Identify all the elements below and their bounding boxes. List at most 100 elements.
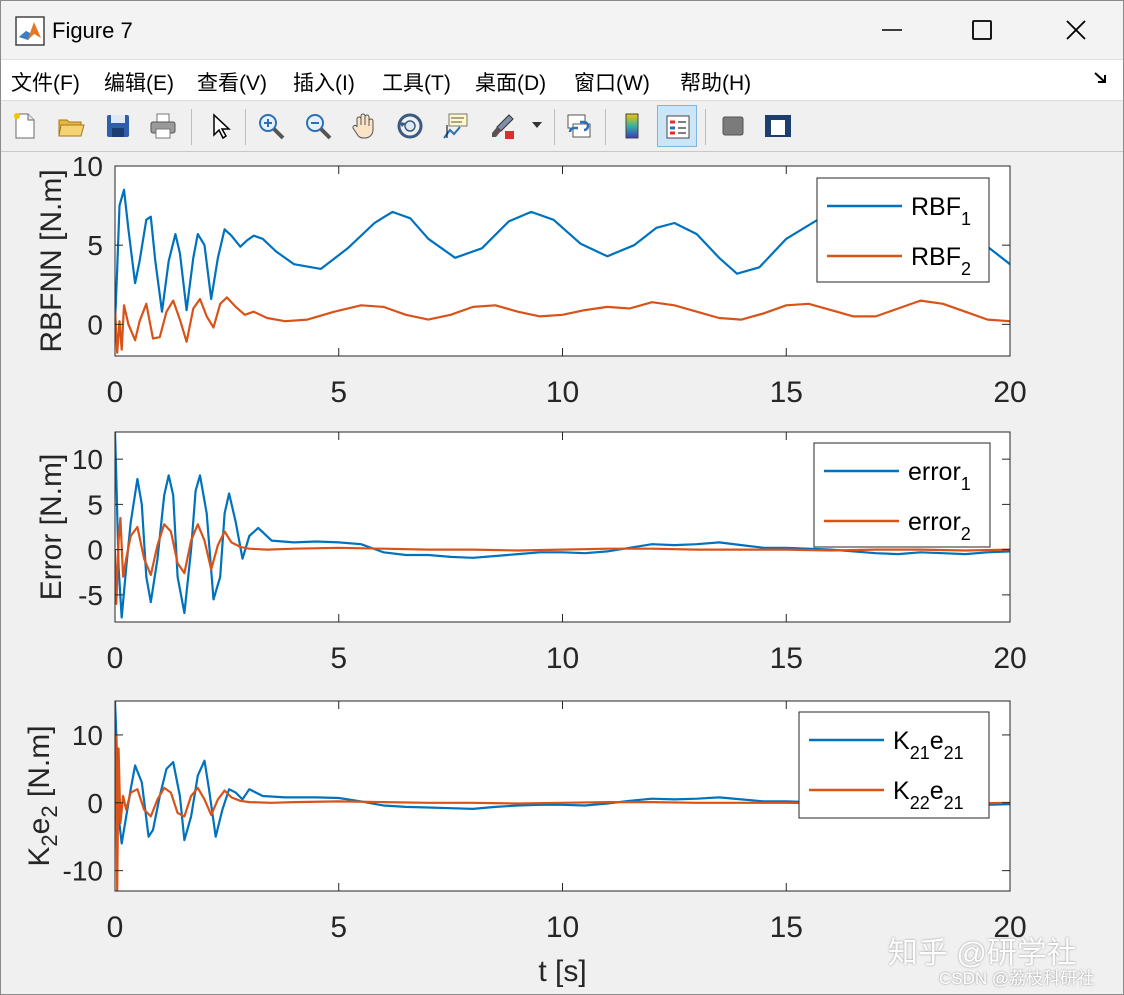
- legend: RBF1RBF2: [816, 177, 990, 283]
- show-plot-tools-icon: [765, 115, 791, 137]
- toolbar-separator: [245, 109, 246, 145]
- new-figure-button[interactable]: [5, 105, 45, 147]
- legend-text: RBF: [911, 243, 961, 271]
- x-tick-label: 5: [330, 642, 347, 675]
- zoom-out-icon: [306, 114, 332, 140]
- legend-subscript: 21: [944, 793, 964, 813]
- window-title: Figure 7: [52, 18, 133, 43]
- dock-arrow-icon[interactable]: [1093, 70, 1109, 86]
- axes-3: 0 5 10 15 20-10010K2e2 [N.m]t [s]K21e21K22e2…: [23, 700, 1027, 988]
- close-icon: [1066, 20, 1086, 40]
- legend-subscript: 22: [910, 793, 930, 813]
- brush-button[interactable]: [483, 105, 523, 147]
- y-axis-label: RBFNN [N.m]: [35, 169, 68, 352]
- pan-button[interactable]: [344, 105, 384, 147]
- y-label-part: e: [23, 818, 56, 835]
- menu-edit[interactable]: 编辑(E): [104, 67, 174, 97]
- brush-dropdown[interactable]: [525, 105, 549, 147]
- legend: error1error2: [813, 442, 991, 548]
- y-tick-label: 5: [87, 489, 103, 520]
- menu-view[interactable]: 查看(V): [197, 67, 267, 97]
- legend: K21e21K22e21: [798, 711, 990, 819]
- title-bar[interactable]: Figure 7: [1, 1, 1123, 60]
- y-tick-label: 10: [72, 152, 103, 182]
- x-tick-label: 10: [546, 911, 579, 944]
- minimize-icon: [882, 29, 902, 31]
- rotate-3d-icon: [397, 113, 423, 139]
- y-axis-label: K2e2 [N.m]: [23, 725, 62, 866]
- legend-text: e: [930, 727, 944, 755]
- legend-text: error: [908, 458, 961, 486]
- x-tick-label: 15: [770, 911, 803, 944]
- show-plot-tools-button[interactable]: [758, 105, 798, 147]
- y-tick-label: -5: [78, 580, 103, 611]
- legend-icon: [666, 115, 690, 139]
- rotate-3d-button[interactable]: [390, 105, 430, 147]
- toolbar-separator: [191, 109, 192, 145]
- menu-insert[interactable]: 插入(I): [293, 67, 355, 97]
- print-icon: [150, 113, 176, 139]
- legend-subscript: 21: [944, 743, 964, 763]
- menu-bar: 文件(F) 编辑(E) 查看(V) 插入(I) 工具(T) 桌面(D) 窗口(W…: [1, 60, 1123, 101]
- hide-plot-tools-icon: [722, 116, 744, 136]
- x-tick-label: 15: [770, 642, 803, 675]
- menu-desktop[interactable]: 桌面(D): [475, 67, 546, 97]
- x-tick-label: 5: [330, 911, 347, 944]
- save-button[interactable]: [98, 105, 138, 147]
- colorbar-button[interactable]: [612, 105, 652, 147]
- x-tick-label: 10: [546, 376, 579, 409]
- y-label-part: K: [23, 847, 56, 867]
- figure-toolbar: [1, 101, 1123, 152]
- csdn-watermark: CSDN @荔枝科研社: [939, 969, 1095, 988]
- maximize-icon: [972, 20, 992, 40]
- y-tick-label: -10: [63, 856, 103, 887]
- legend-subscript: 1: [961, 474, 971, 494]
- menu-help[interactable]: 帮助(H): [680, 67, 751, 97]
- axes-1: 0 5 10 15 200510RBFNN [N.m] RBF1RBF2: [35, 152, 1027, 409]
- x-tick-label: 20: [993, 376, 1026, 409]
- menu-file[interactable]: 文件(F): [11, 67, 80, 97]
- save-icon: [107, 115, 129, 137]
- toolbar-separator: [705, 109, 706, 145]
- zoom-out-button[interactable]: [298, 105, 338, 147]
- y-label-part: [N.m]: [23, 725, 56, 805]
- figure-canvas: 0 5 10 15 20 0 5 10 RBFNN [N.m] RBF1 RBF2 0 5 10 15 20-…: [1, 152, 1123, 994]
- data-cursor-button[interactable]: [436, 105, 476, 147]
- x-tick-label: 0: [107, 911, 124, 944]
- pointer-icon: [213, 113, 231, 140]
- menu-tools[interactable]: 工具(T): [382, 67, 451, 97]
- legend-text: RBF: [911, 193, 961, 221]
- zoom-in-button[interactable]: [251, 105, 291, 147]
- maximize-button[interactable]: [937, 1, 1027, 59]
- brush-icon: [492, 114, 514, 139]
- legend-subscript: 21: [910, 743, 930, 763]
- axes-2: 0 5 10 15 20-50510Error [N.m] error1error2: [35, 431, 1027, 675]
- link-plot-button[interactable]: [559, 105, 599, 147]
- figure-window: Figure 7 文件(F) 编辑(E) 查看(V) 插入(I) 工具(T) 桌…: [0, 0, 1124, 995]
- menu-window[interactable]: 窗口(W): [574, 67, 650, 97]
- y-tick-label: 10: [72, 444, 103, 475]
- link-plot-icon: [567, 114, 591, 138]
- minimize-button[interactable]: [847, 1, 937, 59]
- x-axis-label: t [s]: [538, 955, 586, 988]
- pan-icon: [352, 113, 374, 139]
- x-tick-label: 20: [993, 642, 1026, 675]
- y-label-subscript: 2: [37, 834, 62, 846]
- hide-plot-tools-button[interactable]: [713, 105, 753, 147]
- y-axis-label: Error [N.m]: [35, 454, 68, 601]
- legend-button[interactable]: [657, 105, 697, 147]
- x-tick-label: 0: [107, 642, 124, 675]
- plots-svg: 0 5 10 15 200510RBFNN [N.m] RBF1RBF20 5 10 15 20-…: [23, 152, 1027, 988]
- close-button[interactable]: [1031, 1, 1121, 59]
- x-tick-label: 0: [107, 376, 124, 409]
- pointer-button[interactable]: [200, 105, 240, 147]
- y-tick-label: 0: [87, 309, 103, 340]
- open-file-button[interactable]: [51, 105, 91, 147]
- y-label-subscript: 2: [37, 805, 62, 817]
- print-button[interactable]: [143, 105, 183, 147]
- legend-text: e: [930, 777, 944, 805]
- x-tick-label: 15: [770, 376, 803, 409]
- chevron-down-icon: [532, 122, 542, 128]
- x-tick-label: 5: [330, 376, 347, 409]
- legend-text: K: [893, 727, 910, 755]
